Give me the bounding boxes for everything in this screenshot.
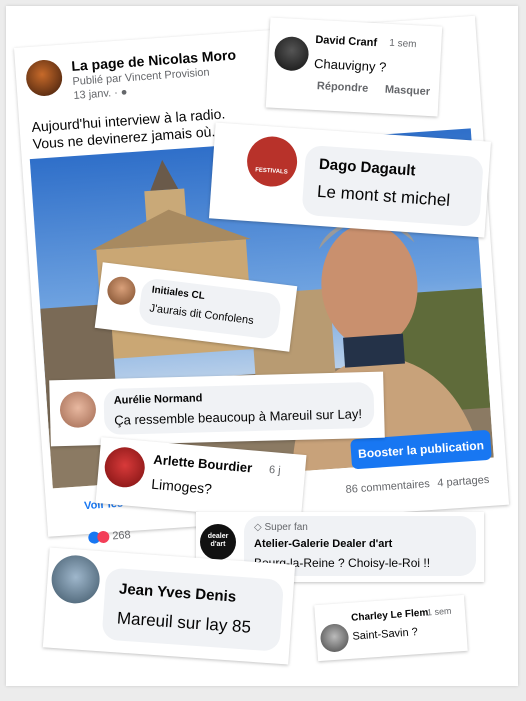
charley-text: Saint-Savin ? <box>352 626 419 643</box>
globe-icon: ● <box>120 86 128 99</box>
dago-text: Le mont st michel <box>316 181 451 211</box>
charley-avatar[interactable] <box>319 623 350 653</box>
comment-david: David Cranf 1 sem Chauvigny ? Répondre M… <box>265 17 443 117</box>
jean-name[interactable]: Jean Yves Denis <box>118 580 236 605</box>
jean-bubble: Jean Yves Denis Mareuil sur lay 85 <box>101 567 285 652</box>
initiales-avatar[interactable] <box>105 275 138 307</box>
david-text: Chauvigny ? <box>313 55 387 75</box>
charley-time[interactable]: 1 sem <box>427 606 452 618</box>
love-icon <box>96 530 110 544</box>
initiales-name[interactable]: Initiales CL <box>151 285 205 302</box>
david-name[interactable]: David Cranf <box>315 34 377 49</box>
dealer-fan-badge: ◇ Super fan <box>254 522 308 533</box>
diamond-icon: ◇ <box>254 522 262 533</box>
arlette-text: Limoges? <box>150 475 213 497</box>
dealer-logo-line1: dealer <box>207 533 229 540</box>
david-avatar[interactable] <box>273 35 310 72</box>
aurelie-name[interactable]: Aurélie Normand <box>114 392 203 406</box>
comments-count[interactable]: 86 commentaires <box>345 478 430 496</box>
jean-avatar[interactable] <box>50 553 102 606</box>
david-hide[interactable]: Masquer <box>385 84 431 98</box>
dealer-fan-label: Super fan <box>264 522 308 533</box>
post-date-text[interactable]: 13 janv. <box>73 87 111 102</box>
initiales-text: J'aurais dit Confolens <box>148 302 255 328</box>
jean-text: Mareuil sur lay 85 <box>116 608 252 637</box>
dealer-name[interactable]: Atelier-Galerie Dealer d'art <box>254 538 392 550</box>
page-avatar[interactable] <box>24 58 64 98</box>
comment-charley: Charley Le Flem 1 sem Saint-Savin ? <box>314 594 468 662</box>
comment-jean: Jean Yves Denis Mareuil sur lay 85 <box>42 547 296 665</box>
reactions-count: 268 <box>111 529 132 543</box>
dago-badge: FESTIVALS <box>254 167 288 176</box>
david-time[interactable]: 1 sem <box>389 38 417 50</box>
dago-avatar[interactable]: FESTIVALS <box>245 134 299 189</box>
dago-bubble: Dago Dagault Le mont st michel <box>301 144 484 228</box>
arlette-avatar[interactable] <box>103 445 147 489</box>
dago-name[interactable]: Dago Dagault <box>318 156 416 180</box>
initiales-bubble: Initiales CL J'aurais dit Confolens <box>137 277 283 341</box>
aurelie-bubble: Aurélie Normand Ça ressemble beaucoup à … <box>103 381 375 435</box>
shares-count[interactable]: 4 partages <box>437 474 490 490</box>
dealer-logo-line2: d'art <box>210 541 226 549</box>
comment-dago: FESTIVALS Dago Dagault Le mont st michel <box>208 122 492 238</box>
aurelie-avatar[interactable] <box>59 391 97 429</box>
comment-aurelie: Aurélie Normand Ça ressemble beaucoup à … <box>49 371 385 447</box>
dealer-avatar[interactable]: dealer d'art <box>200 524 236 560</box>
arlette-time[interactable]: 6 j <box>269 464 282 477</box>
charley-name[interactable]: Charley Le Flem <box>351 607 429 623</box>
arlette-name[interactable]: Arlette Bourdier <box>153 452 253 476</box>
post-date: 13 janv. · ● <box>73 86 128 102</box>
aurelie-text: Ça ressemble beaucoup à Mareuil sur Lay! <box>114 406 363 428</box>
david-reply[interactable]: Répondre <box>317 80 369 95</box>
